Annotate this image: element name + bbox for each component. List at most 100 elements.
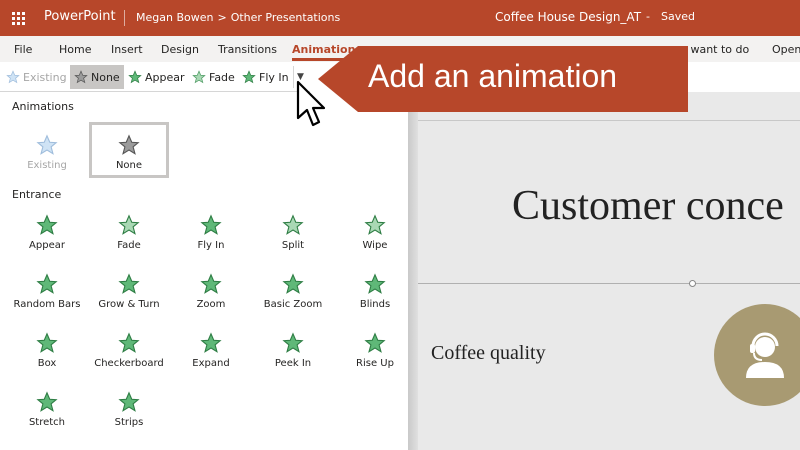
effect-label: Grow & Turn <box>98 299 160 310</box>
callout-text: Add an animation <box>368 58 618 94</box>
appear-star-icon <box>36 214 58 235</box>
split-star-icon <box>282 214 304 235</box>
open-in-app-button[interactable]: Open <box>772 43 800 56</box>
effect-label: Basic Zoom <box>263 299 323 310</box>
effect-label: Fly In <box>197 240 225 251</box>
effect-label: Appear <box>29 240 65 251</box>
effect-fade[interactable]: Fade <box>88 214 170 251</box>
animations-section-title: Animations <box>12 100 74 113</box>
expand-star-icon <box>200 332 222 353</box>
resize-handle[interactable] <box>689 280 696 287</box>
breadcrumb-folder[interactable]: Other Presentations <box>231 11 341 24</box>
grow-turn-star-icon <box>118 273 140 294</box>
peek-in-star-icon <box>282 332 304 353</box>
selected-effect-frame <box>89 122 169 178</box>
effect-rise-up[interactable]: Rise Up <box>334 332 416 369</box>
effect-label: Random Bars <box>13 299 81 310</box>
effect-expand[interactable]: Expand <box>170 332 252 369</box>
effect-label: Wipe <box>362 240 388 251</box>
mouse-pointer-icon <box>296 80 326 127</box>
tutorial-callout: Add an animation <box>318 46 688 112</box>
tab-transitions[interactable]: Transitions <box>218 43 277 56</box>
effect-existing[interactable]: Existing <box>6 134 88 171</box>
checkerboard-star-icon <box>118 332 140 353</box>
zoom-star-icon <box>200 273 222 294</box>
gallery-item-label: Fade <box>209 70 235 84</box>
effect-checkerboard[interactable]: Checkerboard <box>88 332 170 369</box>
star-icon <box>6 70 20 84</box>
animation-gallery: Existing None Appear Fade Fly In <box>0 62 310 92</box>
effect-blinds[interactable]: Blinds <box>334 273 416 310</box>
effect-wipe[interactable]: Wipe <box>334 214 416 251</box>
slide-title[interactable]: Customer conce <box>512 182 784 230</box>
effect-peek-in[interactable]: Peek In <box>252 332 334 369</box>
effect-split[interactable]: Split <box>252 214 334 251</box>
breadcrumb-user[interactable]: Megan Bowen <box>136 11 213 24</box>
effect-zoom[interactable]: Zoom <box>170 273 252 310</box>
effect-label: Fade <box>117 240 141 251</box>
app-name[interactable]: PowerPoint <box>44 9 116 24</box>
save-status: Saved <box>661 10 695 23</box>
fade-star-icon <box>192 70 206 84</box>
gallery-item-label: None <box>91 70 120 84</box>
animations-dropdown-panel: Animations Existing None Entrance Appear… <box>0 92 408 450</box>
gallery-item-label: Appear <box>145 70 185 84</box>
star-icon <box>36 134 58 155</box>
effect-stretch[interactable]: Stretch <box>6 391 88 428</box>
waffle-icon <box>11 11 25 25</box>
strips-star-icon <box>118 391 140 412</box>
effect-label: Strips <box>114 417 144 428</box>
effect-fly-in[interactable]: Fly In <box>170 214 252 251</box>
effect-label: Checkerboard <box>94 358 164 369</box>
box-star-icon <box>36 332 58 353</box>
effect-random-bars[interactable]: Random Bars <box>6 273 88 310</box>
tab-home[interactable]: Home <box>59 43 91 56</box>
effect-label: Peek In <box>274 358 312 369</box>
gallery-item-none[interactable]: None <box>70 65 124 89</box>
fade-star-icon <box>118 214 140 235</box>
title-separator <box>124 10 125 26</box>
breadcrumb-chevron-icon: > <box>217 11 227 24</box>
star-outline-icon <box>74 70 88 84</box>
stretch-star-icon <box>36 391 58 412</box>
title-dash: - <box>646 10 650 23</box>
gallery-item-fly-in[interactable]: Fly In <box>242 65 289 89</box>
selection-frame-edge <box>418 283 800 284</box>
title-bar: PowerPoint Megan Bowen > Other Presentatio… <box>0 0 800 36</box>
effect-basic-zoom[interactable]: Basic Zoom <box>252 273 334 310</box>
effect-label: Blinds <box>359 299 391 310</box>
effect-grow-turn[interactable]: Grow & Turn <box>88 273 170 310</box>
effect-label: Stretch <box>28 417 66 428</box>
fly-in-star-icon <box>200 214 222 235</box>
gallery-item-appear[interactable]: Appear <box>128 65 185 89</box>
effect-label: Zoom <box>196 299 226 310</box>
effect-appear[interactable]: Appear <box>6 214 88 251</box>
slide-top-edge <box>418 120 800 121</box>
app-launcher-button[interactable] <box>0 0 36 36</box>
effect-label: Rise Up <box>356 358 394 369</box>
wipe-star-icon <box>364 214 386 235</box>
effect-box[interactable]: Box <box>6 332 88 369</box>
breadcrumb: Megan Bowen > Other Presentations <box>136 11 340 24</box>
tab-insert[interactable]: Insert <box>111 43 143 56</box>
tell-me-search[interactable]: u want to do <box>680 43 749 56</box>
tab-design[interactable]: Design <box>161 43 199 56</box>
fly-in-star-icon <box>242 70 256 84</box>
panel-shadow <box>408 92 418 450</box>
customer-support-icon <box>746 332 784 378</box>
document-title[interactable]: Coffee House Design_AT <box>495 10 641 24</box>
gallery-item-existing[interactable]: Existing <box>6 65 67 89</box>
rise-up-star-icon <box>364 332 386 353</box>
effect-strips[interactable]: Strips <box>88 391 170 428</box>
gallery-item-label: Existing <box>23 70 67 84</box>
entrance-section-title: Entrance <box>12 188 62 201</box>
effect-label: Box <box>37 358 57 369</box>
basic-zoom-star-icon <box>282 273 304 294</box>
gallery-item-fade[interactable]: Fade <box>192 65 235 89</box>
appear-star-icon <box>128 70 142 84</box>
tab-file[interactable]: File <box>14 43 32 56</box>
slide-bullet-text[interactable]: Coffee quality <box>431 342 546 365</box>
effect-label: Existing <box>27 160 67 171</box>
random-bars-star-icon <box>36 273 58 294</box>
blinds-star-icon <box>364 273 386 294</box>
